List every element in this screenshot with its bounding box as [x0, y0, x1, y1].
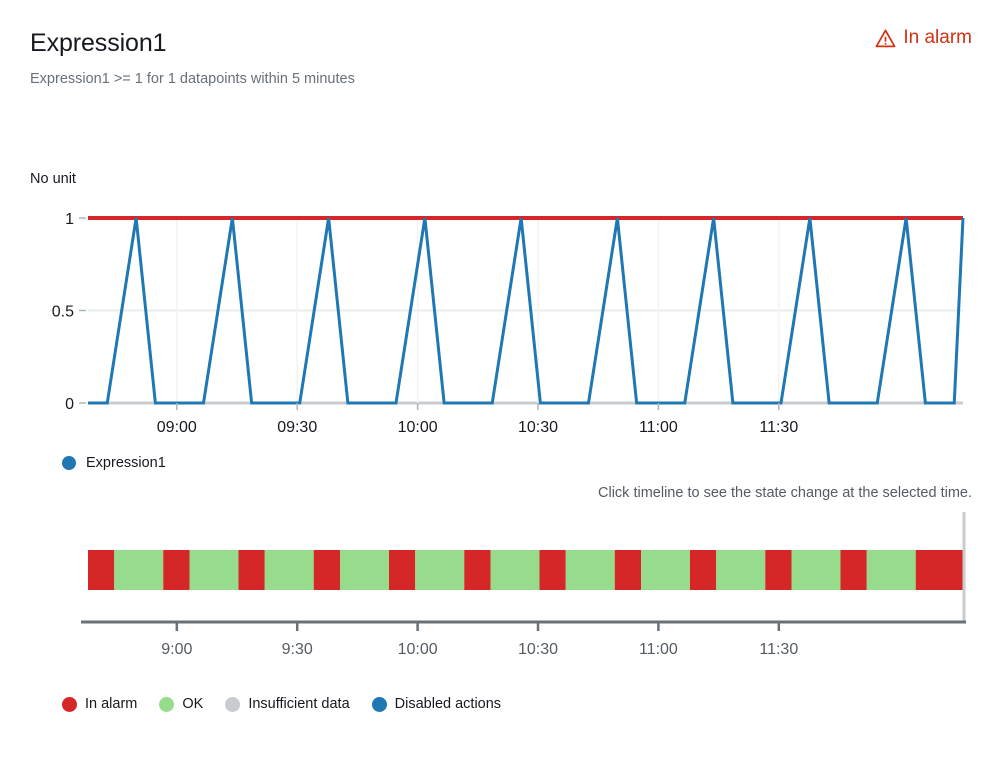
x-axis-tick-label: 09:00	[157, 419, 197, 436]
timeline-segment[interactable]	[415, 550, 465, 590]
legend-color-swatch	[371, 696, 387, 712]
timeline-legend-item: In alarm	[62, 696, 137, 712]
timeline-segment[interactable]	[340, 550, 389, 590]
timeline-segment[interactable]	[114, 550, 164, 590]
timeline-legend-item: Disabled actions	[371, 696, 502, 712]
timeline-segment[interactable]	[716, 550, 766, 590]
status-badge-label: In alarm	[903, 27, 972, 48]
timeline-segment[interactable]	[765, 550, 792, 590]
state-timeline[interactable]: 9:00 9:30 10:00 10:30 11:00 11:30	[0, 512, 1000, 672]
timeline-segment[interactable]	[464, 550, 491, 590]
x-axis-tick-label: 11:00	[639, 419, 678, 436]
timeline-tick-label: 10:00	[398, 641, 438, 658]
metric-chart[interactable]: 0 0.5 1 09:00 09:30 10:00 10:30 11:00 11:30	[0, 200, 1000, 450]
warning-triangle-icon	[875, 29, 896, 47]
chart-legend[interactable]: Expression1	[62, 455, 166, 471]
legend-color-swatch	[159, 696, 175, 712]
timeline-tick-label: 10:30	[518, 641, 558, 658]
timeline-tick-label: 9:30	[282, 641, 313, 658]
legend-color-swatch	[62, 696, 77, 712]
series-legend-label: Expression1	[86, 455, 166, 471]
x-axis-tick-label: 11:30	[759, 419, 798, 436]
timeline-tick-label: 11:30	[759, 641, 798, 658]
chart-unit-label: No unit	[30, 171, 76, 187]
timeline-segment[interactable]	[490, 550, 540, 590]
x-axis-tick-label: 09:30	[277, 419, 317, 436]
alarm-condition-text: Expression1 >= 1 for 1 datapoints within…	[30, 71, 355, 87]
timeline-segment[interactable]	[539, 550, 566, 590]
state-timeline-svg[interactable]: 9:00 9:30 10:00 10:30 11:00 11:30	[0, 512, 1000, 672]
timeline-segment[interactable]	[690, 550, 717, 590]
legend-label: OK	[182, 696, 204, 712]
status-badge: In alarm	[875, 27, 972, 49]
x-axis-tick-label: 10:30	[518, 419, 558, 436]
legend-label: In alarm	[85, 696, 138, 712]
timeline-segment[interactable]	[238, 550, 265, 590]
timeline-segment[interactable]	[163, 550, 190, 590]
timeline-segment[interactable]	[840, 550, 867, 590]
timeline-tick-label: 11:00	[639, 641, 678, 658]
timeline-tick-label: 9:00	[161, 641, 192, 658]
timeline-segment[interactable]	[641, 550, 690, 590]
timeline-segment[interactable]	[264, 550, 314, 590]
metric-chart-svg[interactable]: 0 0.5 1 09:00 09:30 10:00 10:30 11:00 11:30	[0, 200, 1000, 450]
timeline-segment[interactable]	[313, 550, 340, 590]
legend-color-swatch	[225, 696, 241, 712]
timeline-legend-item: Insufficient data	[225, 696, 350, 712]
page-title: Expression1	[30, 29, 167, 57]
timeline-segment[interactable]	[189, 550, 239, 590]
timeline-segment[interactable]	[614, 550, 641, 590]
alarm-header: Expression1 Expression1 >= 1 for 1 datap…	[0, 0, 1000, 110]
legend-label: Insufficient data	[248, 696, 350, 712]
y-axis-tick-label: 0	[65, 396, 74, 413]
timeline-segment[interactable]	[791, 550, 841, 590]
y-axis-tick-label: 0.5	[52, 304, 74, 321]
timeline-segment[interactable]	[866, 550, 916, 590]
timeline-legend: In alarm OK Insufficient data Disabled acti…	[62, 696, 514, 712]
legend-label: Disabled actions	[394, 696, 502, 712]
timeline-legend-item: OK	[159, 696, 203, 712]
timeline-hint-text: Click timeline to see the state change a…	[598, 485, 972, 501]
timeline-segment[interactable]	[88, 550, 115, 590]
timeline-segment[interactable]	[389, 550, 416, 590]
series-color-swatch	[62, 456, 76, 470]
y-axis-tick-label: 1	[65, 211, 74, 228]
timeline-segment[interactable]	[565, 550, 615, 590]
timeline-segment[interactable]	[915, 550, 963, 590]
x-axis-tick-label: 10:00	[398, 419, 438, 436]
